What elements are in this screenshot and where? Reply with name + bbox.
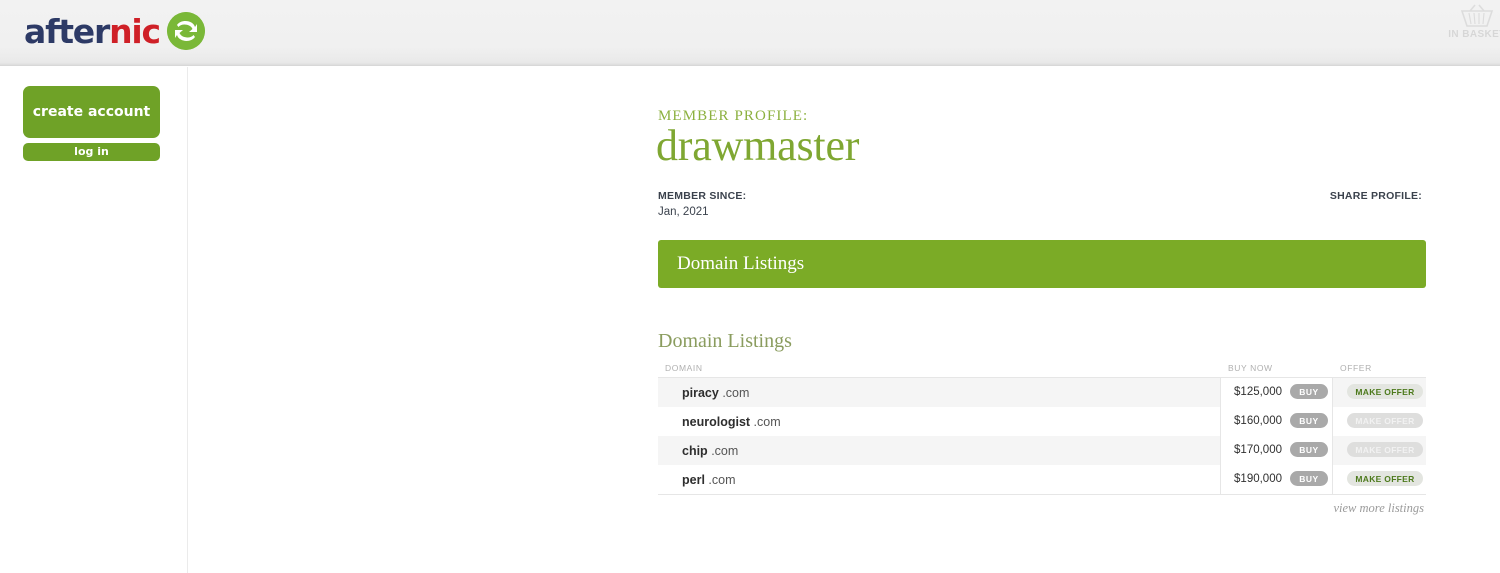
domain-tld: .com (753, 415, 781, 429)
share-profile-link[interactable]: SHARE PROFILE: (1330, 190, 1422, 202)
column-header-buy-now: BUY NOW (1228, 363, 1273, 373)
afternic-logo[interactable]: afternic (24, 9, 205, 53)
create-account-button[interactable]: create account (23, 86, 160, 138)
domain-sld: neurologist (682, 415, 751, 429)
domain-listings-banner: Domain Listings (658, 240, 1426, 288)
table-body: piracy .com $125,000 BUY MAKE OFFER neurolog… (658, 378, 1426, 494)
buy-button[interactable]: BUY (1290, 413, 1328, 428)
domain-name-cell[interactable]: perl .com (682, 473, 736, 487)
logo-wordmark: afternic (24, 11, 161, 51)
logo-text-after: after (24, 11, 110, 51)
afternic-swoosh-icon (166, 12, 205, 50)
domain-name-cell[interactable]: chip .com (682, 444, 738, 458)
buy-now-cell: $170,000 BUY (1220, 436, 1333, 465)
member-since-label: MEMBER SINCE: (658, 190, 747, 202)
buy-now-cell: $125,000 BUY (1220, 378, 1333, 407)
domain-sld: piracy (682, 386, 719, 400)
left-sidebar: create account log in (0, 67, 188, 573)
buy-button[interactable]: BUY (1290, 442, 1328, 457)
table-row[interactable]: neurologist .com $160,000 BUY MAKE OFFER (658, 407, 1426, 436)
section-title-domain-listings: Domain Listings (658, 330, 792, 352)
buy-button[interactable]: BUY (1290, 471, 1328, 486)
make-offer-button[interactable]: MAKE OFFER (1347, 413, 1423, 428)
domain-tld: .com (722, 386, 750, 400)
table-header-row: DOMAIN BUY NOW OFFER (658, 361, 1426, 378)
make-offer-button[interactable]: MAKE OFFER (1347, 384, 1423, 399)
table-row[interactable]: piracy .com $125,000 BUY MAKE OFFER (658, 378, 1426, 407)
domain-listings-table: DOMAIN BUY NOW OFFER piracy .com $125,000… (658, 361, 1426, 515)
logo-text-nic: nic (109, 11, 161, 51)
domain-sld: chip (682, 444, 708, 458)
make-offer-button[interactable]: MAKE OFFER (1347, 471, 1423, 486)
shopping-basket-icon (1442, 4, 1500, 28)
page-title: drawmaster (656, 121, 860, 170)
buy-now-price: $170,000 (1234, 444, 1282, 456)
table-row[interactable]: perl .com $190,000 BUY MAKE OFFER (658, 465, 1426, 494)
column-header-domain: DOMAIN (665, 363, 703, 373)
banner-title: Domain Listings (677, 253, 805, 274)
buy-now-price: $125,000 (1234, 386, 1282, 398)
table-row[interactable]: chip .com $170,000 BUY MAKE OFFER (658, 436, 1426, 465)
domain-tld: .com (711, 444, 739, 458)
view-more-listings-link[interactable]: view more listings (1333, 501, 1424, 516)
buy-now-price: $160,000 (1234, 415, 1282, 427)
buy-now-price: $190,000 (1234, 473, 1282, 485)
domain-name-cell[interactable]: neurologist .com (682, 415, 781, 429)
table-footer-divider (658, 494, 1426, 496)
member-since-value: Jan, 2021 (658, 206, 709, 218)
buy-button[interactable]: BUY (1290, 384, 1328, 399)
basket-indicator[interactable]: IN BASKET (1442, 4, 1500, 40)
domain-sld: perl (682, 473, 705, 487)
buy-now-cell: $190,000 BUY (1220, 465, 1333, 494)
basket-label: IN BASKET (1448, 29, 1500, 40)
log-in-button[interactable]: log in (23, 143, 160, 161)
site-header: afternic IN BASKET (0, 0, 1500, 66)
make-offer-button[interactable]: MAKE OFFER (1347, 442, 1423, 457)
domain-name-cell[interactable]: piracy .com (682, 386, 749, 400)
buy-now-cell: $160,000 BUY (1220, 407, 1333, 436)
column-header-offer: OFFER (1340, 363, 1372, 373)
domain-tld: .com (708, 473, 736, 487)
